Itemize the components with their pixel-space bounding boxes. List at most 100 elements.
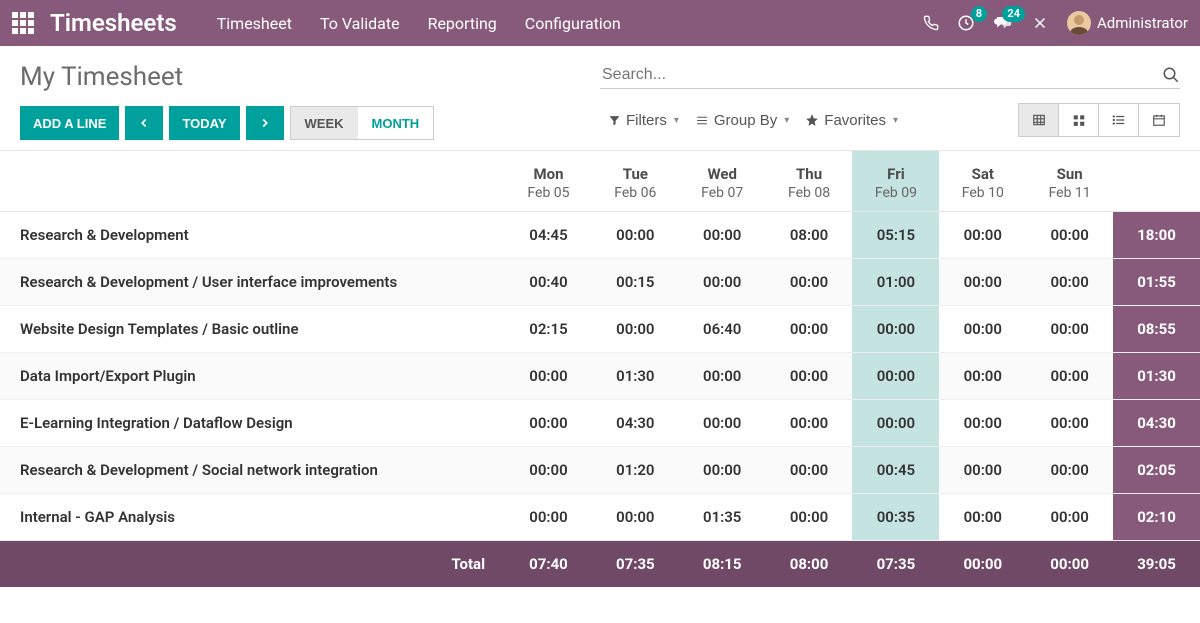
time-cell[interactable]: 00:00 [592,494,679,541]
add-line-button[interactable]: ADD A LINE [20,106,119,140]
time-cell[interactable]: 00:35 [852,494,939,541]
nav-to-validate[interactable]: To Validate [320,14,400,33]
time-cell[interactable]: 00:00 [939,400,1026,447]
avatar [1067,11,1091,35]
time-cell[interactable]: 00:15 [592,259,679,306]
range-month-button[interactable]: MONTH [358,107,434,139]
time-cell[interactable]: 04:45 [505,212,592,259]
time-cell[interactable]: 00:00 [766,400,853,447]
time-cell[interactable]: 00:00 [852,306,939,353]
time-cell[interactable]: 00:00 [505,494,592,541]
search-wrap [600,62,1180,89]
row-total: 08:55 [1113,306,1200,353]
range-week-button[interactable]: WEEK [291,107,358,139]
filters-button[interactable]: Filters ▾ [600,106,687,135]
messages-icon[interactable]: 24 [993,14,1013,32]
favorites-button[interactable]: Favorites ▾ [797,106,906,135]
column-header-day: SunFeb 11 [1026,151,1113,212]
user-menu[interactable]: Administrator [1067,11,1188,35]
time-cell[interactable]: 00:00 [1026,353,1113,400]
time-cell[interactable]: 00:00 [592,212,679,259]
row-label[interactable]: Data Import/Export Plugin [0,353,505,400]
funnel-icon [608,114,621,127]
search-icon[interactable] [1162,66,1180,84]
next-button[interactable] [246,106,284,140]
apps-icon[interactable] [12,12,34,34]
row-label[interactable]: Research & Development / User interface … [0,259,505,306]
time-cell[interactable]: 01:20 [592,447,679,494]
time-cell[interactable]: 00:00 [1026,400,1113,447]
view-calendar-icon[interactable] [1139,104,1179,136]
time-cell[interactable]: 00:00 [679,400,766,447]
nav-reporting[interactable]: Reporting [428,14,497,33]
time-cell[interactable]: 00:00 [1026,447,1113,494]
time-cell[interactable]: 00:00 [939,353,1026,400]
activities-icon[interactable]: 8 [957,14,975,32]
column-header-project [0,151,505,212]
time-cell[interactable]: 00:00 [505,447,592,494]
time-cell[interactable]: 02:15 [505,306,592,353]
time-cell[interactable]: 00:00 [1026,306,1113,353]
prev-button[interactable] [125,106,163,140]
time-cell[interactable]: 00:00 [592,306,679,353]
view-list-icon[interactable] [1099,104,1139,136]
time-cell[interactable]: 00:00 [766,494,853,541]
footer-day-total: 00:00 [939,541,1026,588]
row-total: 18:00 [1113,212,1200,259]
time-cell[interactable]: 01:30 [592,353,679,400]
time-cell[interactable]: 00:00 [766,447,853,494]
time-cell[interactable]: 00:00 [679,447,766,494]
time-cell[interactable]: 00:00 [939,212,1026,259]
time-cell[interactable]: 00:00 [1026,259,1113,306]
time-cell[interactable]: 00:45 [852,447,939,494]
time-cell[interactable]: 01:00 [852,259,939,306]
time-cell[interactable]: 00:00 [505,353,592,400]
time-cell[interactable]: 00:00 [939,259,1026,306]
row-label[interactable]: Internal - GAP Analysis [0,494,505,541]
time-cell[interactable]: 00:00 [852,400,939,447]
row-total: 04:30 [1113,400,1200,447]
time-cell[interactable]: 01:35 [679,494,766,541]
column-header-day: SatFeb 10 [939,151,1026,212]
column-header-day: FriFeb 09 [852,151,939,212]
time-cell[interactable]: 00:00 [939,447,1026,494]
today-button[interactable]: TODAY [169,106,239,140]
time-cell[interactable]: 00:00 [679,212,766,259]
time-cell[interactable]: 04:30 [592,400,679,447]
groupby-button[interactable]: Group By ▾ [687,106,797,135]
time-cell[interactable]: 00:00 [852,353,939,400]
list-icon [695,114,709,127]
time-cell[interactable]: 05:15 [852,212,939,259]
footer-day-total: 07:40 [505,541,592,588]
row-label[interactable]: E-Learning Integration / Dataflow Design [0,400,505,447]
nav-configuration[interactable]: Configuration [525,14,621,33]
tools-icon[interactable] [1031,14,1049,32]
time-cell[interactable]: 00:00 [766,306,853,353]
time-cell[interactable]: 00:00 [1026,494,1113,541]
time-cell[interactable]: 00:00 [939,306,1026,353]
caret-down-icon: ▾ [893,115,898,126]
row-label[interactable]: Research & Development / Social network … [0,447,505,494]
time-cell[interactable]: 00:00 [939,494,1026,541]
search-input[interactable] [600,62,1162,88]
column-header-total: Total [1113,151,1200,212]
time-cell[interactable]: 00:00 [679,353,766,400]
column-header-day: WedFeb 07 [679,151,766,212]
time-cell[interactable]: 00:00 [766,353,853,400]
time-cell[interactable]: 08:00 [766,212,853,259]
time-cell[interactable]: 00:00 [766,259,853,306]
row-label[interactable]: Website Design Templates / Basic outline [0,306,505,353]
time-cell[interactable]: 00:00 [679,259,766,306]
view-grid-icon[interactable] [1019,104,1059,136]
time-cell[interactable]: 00:00 [505,400,592,447]
view-kanban-icon[interactable] [1059,104,1099,136]
caret-down-icon: ▾ [784,115,789,126]
time-cell[interactable]: 00:00 [1026,212,1113,259]
view-switcher [1018,103,1180,137]
row-label[interactable]: Research & Development [0,212,505,259]
time-cell[interactable]: 06:40 [679,306,766,353]
phone-icon[interactable] [923,15,939,31]
column-header-day: ThuFeb 08 [766,151,853,212]
time-cell[interactable]: 00:40 [505,259,592,306]
nav-timesheet[interactable]: Timesheet [217,14,292,33]
